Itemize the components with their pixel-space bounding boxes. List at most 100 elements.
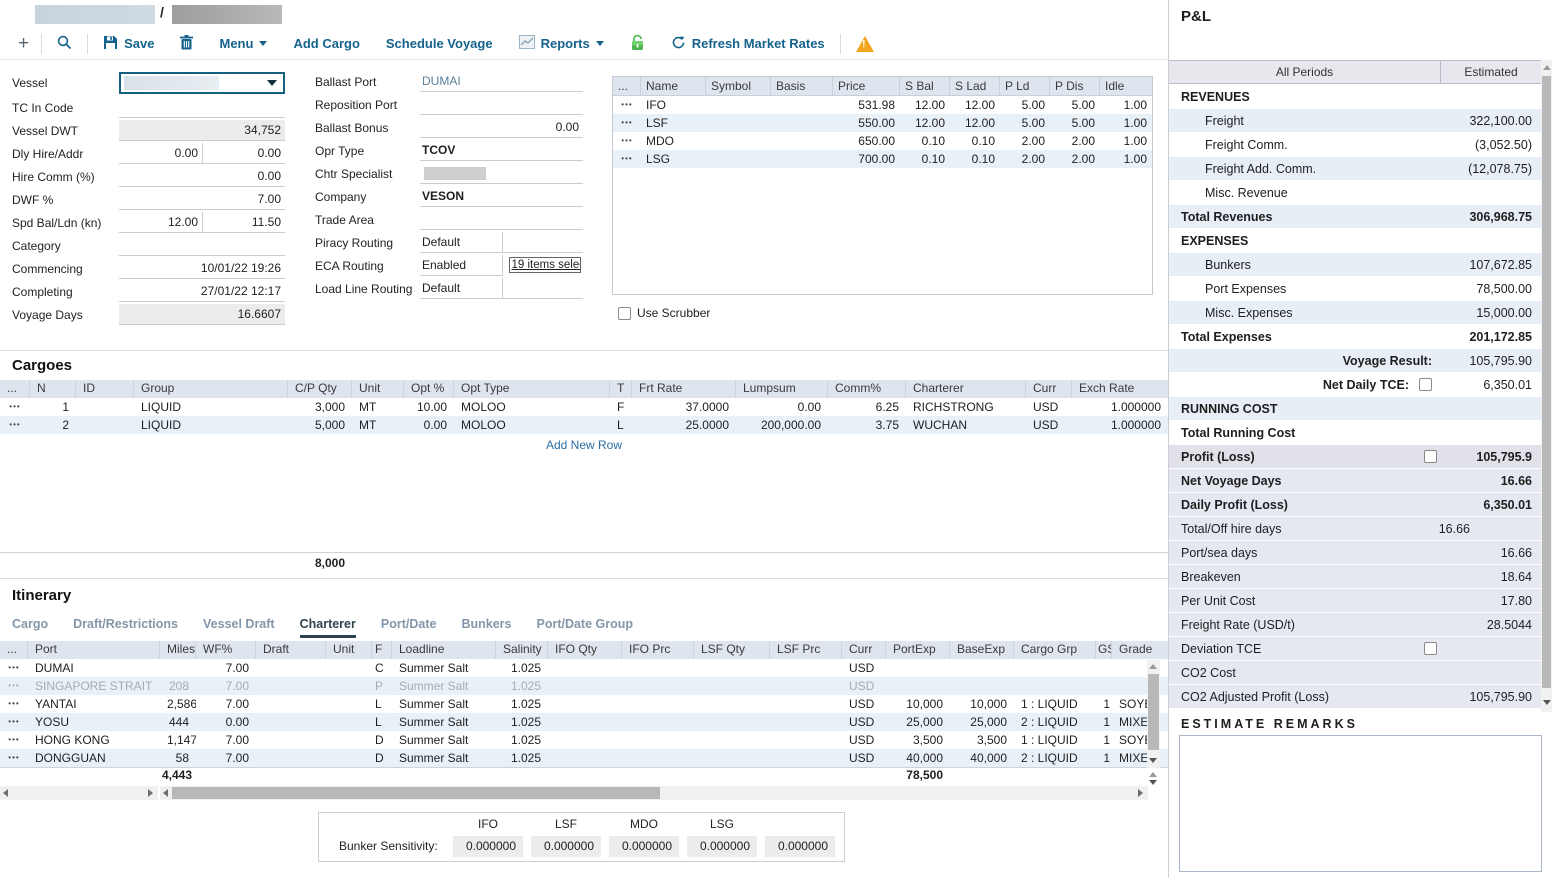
row-menu[interactable]: ••• — [0, 749, 28, 767]
scroll-down-icon[interactable] — [1149, 780, 1157, 785]
cargoes-totals-row: 8,000 — [0, 552, 1168, 573]
eca-routing-field[interactable]: Enabled — [420, 255, 502, 276]
hire-comm-field[interactable]: 0.00 — [119, 166, 285, 187]
scrollbar-thumb[interactable] — [1542, 76, 1551, 688]
pnl-rows: REVENUES Freight322,100.00 Freight Comm.… — [1169, 85, 1541, 709]
all-periods-column[interactable]: All Periods — [1169, 61, 1441, 83]
load-line-routing-detail[interactable] — [502, 278, 584, 299]
add-cargo-button[interactable]: Add Cargo — [280, 36, 372, 51]
scrollbar-thumb[interactable] — [172, 787, 660, 799]
dwf-field[interactable]: 7.00 — [119, 189, 285, 210]
row-menu[interactable]: ••• — [613, 150, 641, 168]
delete-button[interactable] — [167, 35, 206, 53]
row-menu[interactable]: ••• — [613, 132, 641, 150]
speed-ballast-field[interactable]: 12.00 — [119, 212, 202, 233]
row-menu[interactable]: ••• — [0, 677, 28, 695]
eca-items-selector[interactable]: 19 items selec — [509, 257, 581, 273]
cargoes-table: ...N IDGroup C/P QtyUnit Opt %Opt Type T… — [0, 380, 1168, 434]
opr-type-field[interactable]: TCOV — [420, 140, 583, 161]
pnl-vertical-scrollbar[interactable] — [1541, 60, 1552, 712]
scroll-right-icon[interactable] — [148, 789, 153, 797]
save-button[interactable]: Save — [90, 35, 167, 53]
sensitivity-extra-field[interactable]: 0.000000 — [765, 836, 835, 857]
piracy-routing-field[interactable]: Default — [420, 232, 502, 253]
tab-port-date-group[interactable]: Port/Date Group — [536, 617, 633, 638]
scroll-down-icon[interactable] — [1543, 700, 1551, 705]
cargo-row: ••• 2 LIQUID 5,000 MT 0.00 MOLOO L 25.00… — [0, 416, 1168, 434]
scrollbar-thumb[interactable] — [1148, 674, 1159, 750]
itinerary-hscrollbar-frozen[interactable] — [0, 786, 158, 800]
load-line-routing-field[interactable]: Default — [420, 278, 502, 299]
sensitivity-lsf-field[interactable]: 0.000000 — [531, 836, 601, 857]
tc-in-code-field[interactable] — [119, 97, 285, 118]
tab-bunkers[interactable]: Bunkers — [461, 617, 511, 638]
tab-vessel-draft[interactable]: Vessel Draft — [203, 617, 275, 638]
search-button[interactable] — [44, 35, 85, 53]
scroll-right-icon[interactable] — [1138, 789, 1143, 797]
bunker-row: ••• IFO 531.9812.00 12.005.00 5.001.00 — [613, 96, 1152, 114]
estimate-form-left: Vessel TC In Code Vessel DWT 34,752 Dly … — [12, 70, 285, 326]
row-menu[interactable]: ••• — [613, 96, 641, 114]
dly-hire-field[interactable]: 0.00 — [119, 143, 202, 164]
vessel-dropdown[interactable] — [119, 72, 285, 94]
reposition-port-field[interactable] — [420, 94, 583, 115]
itinerary-hscrollbar[interactable] — [160, 786, 1148, 800]
estimate-title-redacted — [35, 5, 155, 24]
company-field[interactable]: VESON — [420, 186, 583, 207]
trade-area-field[interactable] — [420, 209, 583, 230]
save-icon — [103, 35, 118, 53]
tab-charterer[interactable]: Charterer — [300, 617, 356, 638]
itinerary-header: ...Port MilesWF% DraftUnit FLoadline Sal… — [0, 641, 1168, 659]
chtr-specialist-field[interactable] — [420, 163, 583, 184]
scroll-up-icon[interactable] — [1543, 65, 1551, 70]
row-menu[interactable]: ••• — [613, 114, 641, 132]
schedule-voyage-button[interactable]: Schedule Voyage — [373, 36, 506, 51]
category-field[interactable] — [119, 235, 285, 256]
row-menu[interactable]: ••• — [0, 713, 28, 731]
scroll-up-icon[interactable] — [1149, 664, 1157, 669]
row-menu[interactable]: ••• — [0, 659, 28, 677]
ballast-port-field[interactable]: DUMAI — [420, 71, 583, 92]
piracy-routing-detail[interactable] — [502, 232, 584, 253]
bunkers-value: 107,672.85 — [1469, 258, 1532, 272]
sensitivity-ifo-field[interactable]: 0.000000 — [453, 836, 523, 857]
tab-cargo[interactable]: Cargo — [12, 617, 48, 638]
row-menu[interactable]: ••• — [0, 695, 28, 713]
use-scrubber-toggle[interactable]: Use Scrubber — [618, 306, 710, 320]
add-new-row-link[interactable]: Add New Row — [0, 438, 1168, 452]
estimated-column[interactable]: Estimated — [1441, 61, 1541, 83]
refresh-market-rates-button[interactable]: Refresh Market Rates — [658, 35, 838, 53]
addr-comm-field[interactable]: 0.00 — [202, 143, 285, 164]
estimate-subtitle-redacted — [172, 5, 282, 24]
ballast-bonus-field[interactable]: 0.00 — [420, 117, 583, 138]
sensitivity-mdo-field[interactable]: 0.000000 — [609, 836, 679, 857]
tab-port-date[interactable]: Port/Date — [381, 617, 437, 638]
net-daily-tce-checkbox[interactable] — [1419, 378, 1432, 391]
use-scrubber-checkbox[interactable] — [618, 307, 631, 320]
menu-button[interactable]: Menu — [206, 36, 280, 51]
profit-loss-checkbox[interactable] — [1424, 450, 1437, 463]
total-revenues-value: 306,968.75 — [1469, 210, 1532, 224]
estimate-remarks-textarea[interactable] — [1179, 735, 1542, 872]
scroll-left-icon[interactable] — [3, 789, 8, 797]
estimate-remarks-title: ESTIMATE REMARKS — [1181, 717, 1358, 731]
row-menu[interactable]: ••• — [0, 731, 28, 749]
scroll-left-icon[interactable] — [163, 789, 168, 797]
row-menu[interactable]: ••• — [0, 416, 30, 434]
scroll-up-icon[interactable] — [1149, 772, 1157, 777]
itinerary-vertical-scrollbar[interactable] — [1147, 660, 1160, 768]
completing-field[interactable]: 27/01/22 12:17 — [119, 281, 285, 302]
deviation-tce-checkbox[interactable] — [1424, 642, 1437, 655]
commencing-field[interactable]: 10/01/22 19:26 — [119, 258, 285, 279]
lock-button[interactable] — [617, 34, 658, 54]
new-estimate-button[interactable]: + — [8, 33, 39, 55]
sensitivity-lsg-field[interactable]: 0.000000 — [687, 836, 757, 857]
chtr-specialist-redacted — [424, 167, 486, 180]
itinerary-spinner[interactable] — [1149, 772, 1157, 785]
scroll-down-icon[interactable] — [1149, 758, 1157, 763]
speed-laden-field[interactable]: 11.50 — [202, 212, 285, 233]
warning-button[interactable] — [843, 36, 887, 52]
tab-draft-restrictions[interactable]: Draft/Restrictions — [73, 617, 178, 638]
row-menu[interactable]: ••• — [0, 398, 30, 416]
reports-button[interactable]: Reports — [506, 35, 617, 52]
